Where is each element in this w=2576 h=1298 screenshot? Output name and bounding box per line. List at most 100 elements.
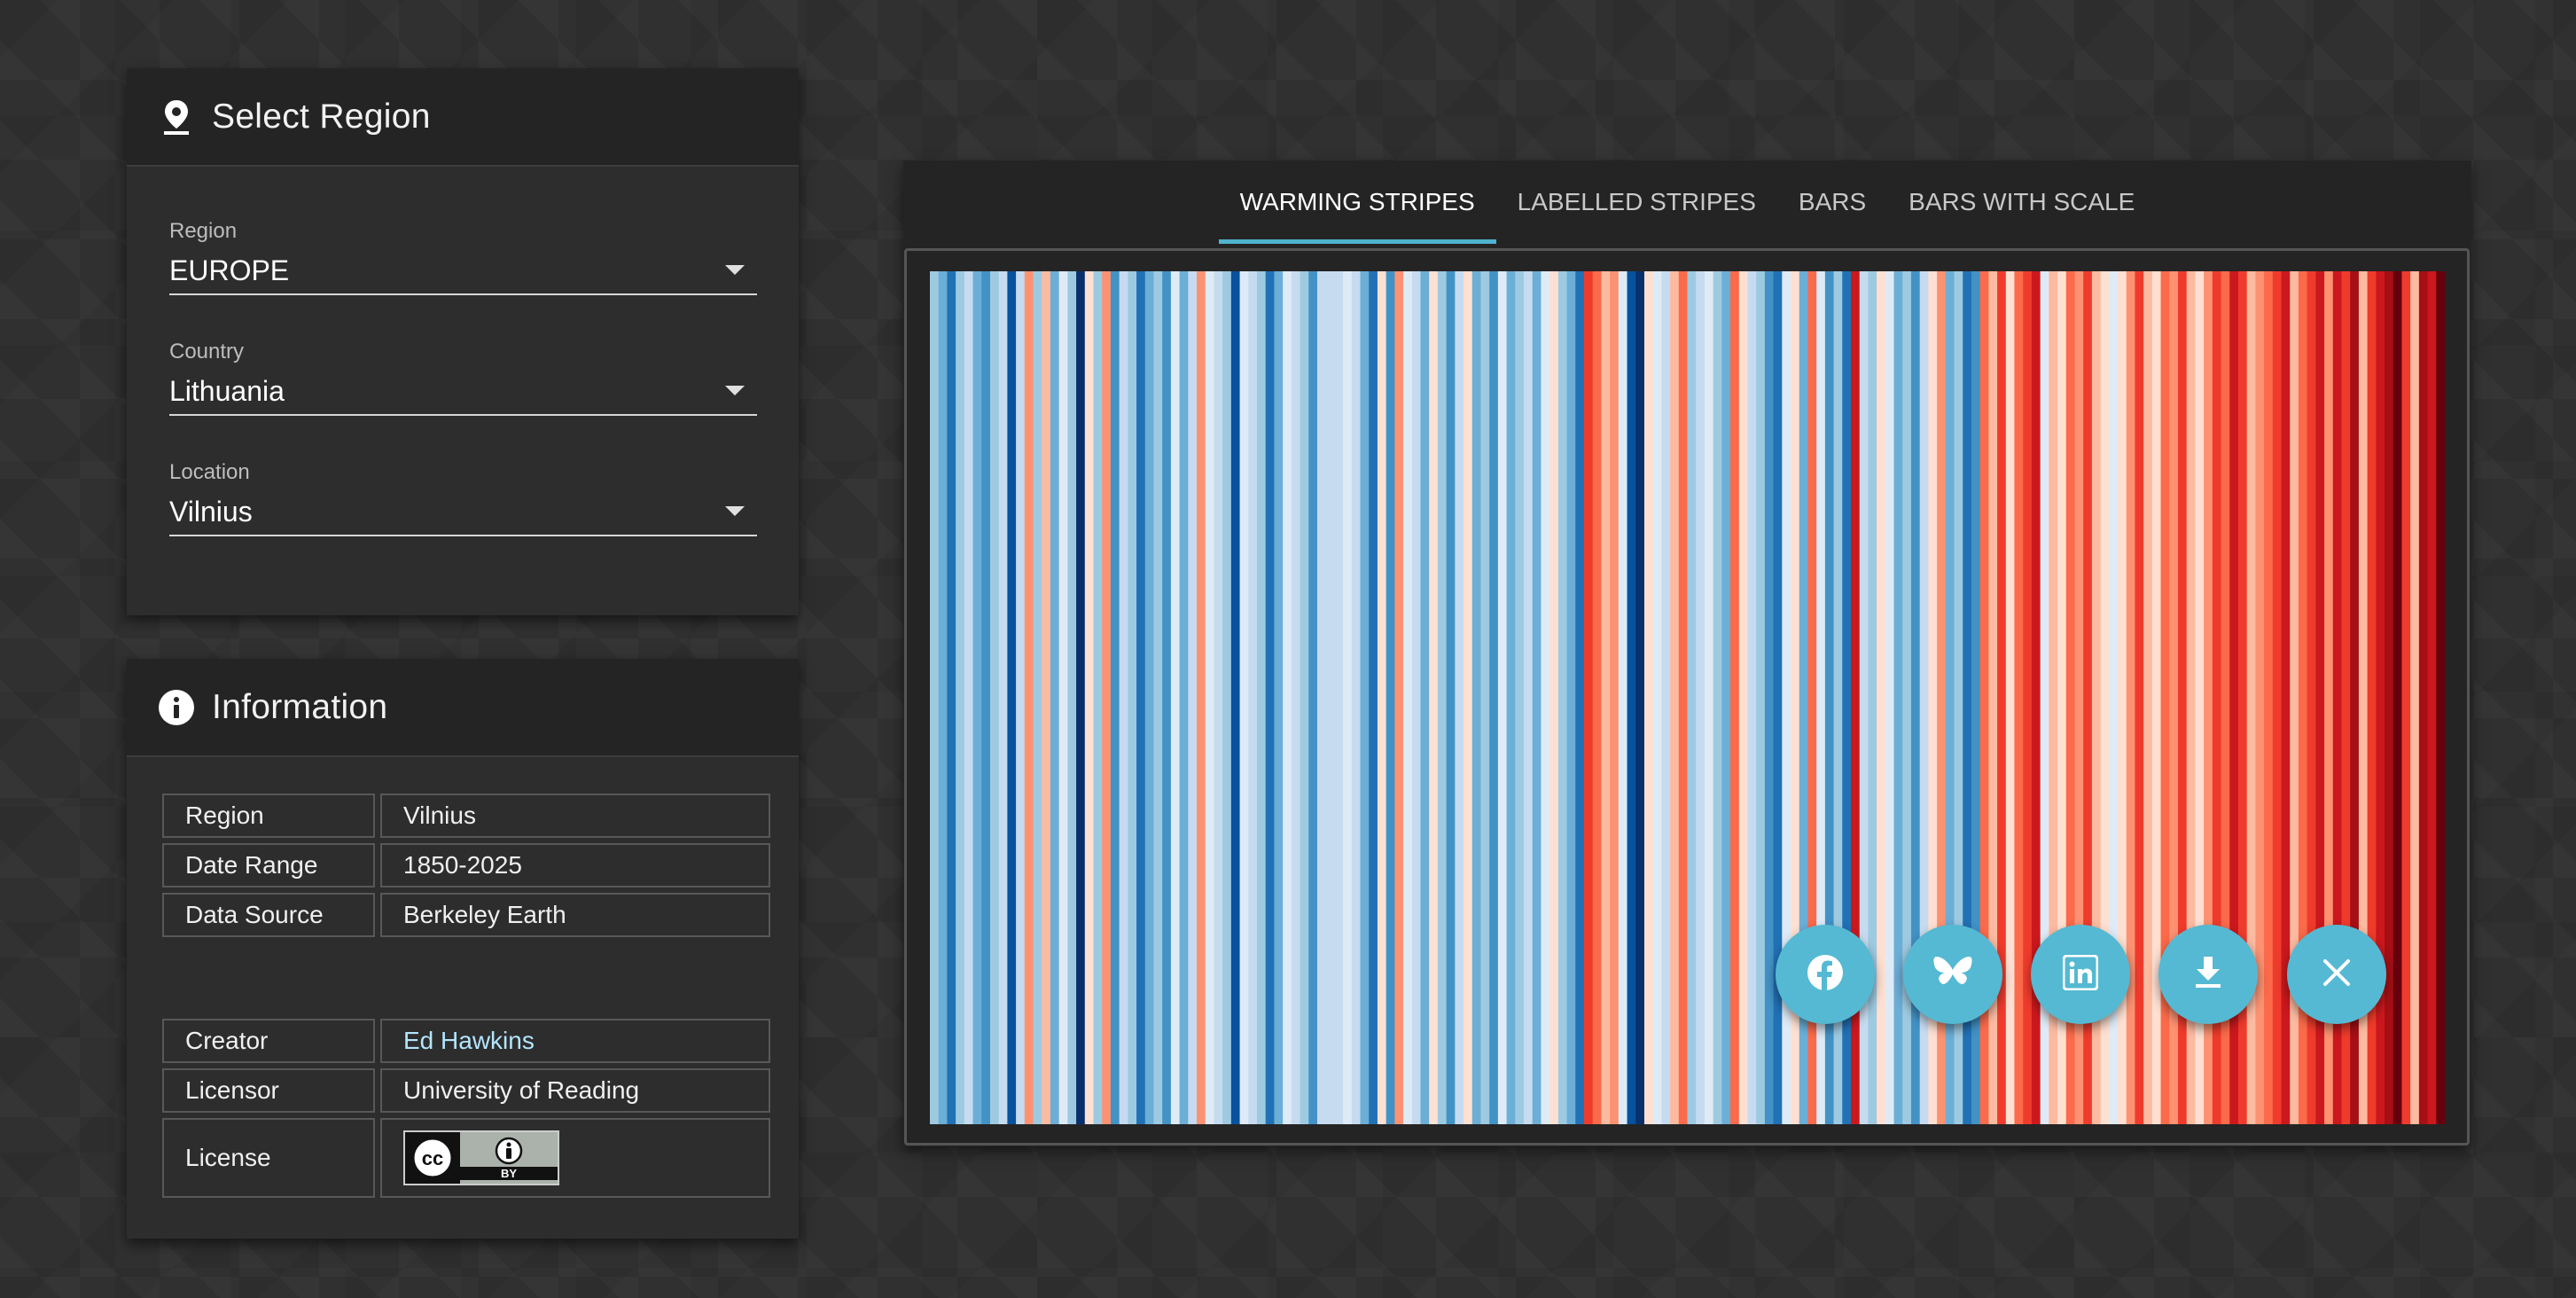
stripe <box>1016 271 1026 1124</box>
download-icon <box>2192 955 2224 995</box>
attribution-icon: BY <box>460 1132 558 1184</box>
info-key: Licensor <box>162 1068 375 1113</box>
region-select-value-row[interactable]: EUROPE <box>169 249 757 295</box>
select-region-card: Select Region Region EUROPE Country Lith… <box>127 68 799 615</box>
stripe <box>1464 271 1473 1124</box>
stripe <box>1360 271 1370 1124</box>
info-value: University of Reading <box>380 1068 770 1113</box>
region-info-table: Region Vilnius Date Range 1850-2025 Data… <box>157 788 776 942</box>
stripe <box>1110 271 1120 1124</box>
stripe <box>1601 271 1611 1124</box>
tab-labelled-stripes[interactable]: LABELLED STRIPES <box>1496 160 1777 244</box>
stripe <box>2264 271 2274 1124</box>
table-row: Creator Ed Hawkins <box>162 1019 770 1063</box>
info-key: Creator <box>162 1019 375 1063</box>
stripe <box>1455 271 1464 1124</box>
stripe <box>981 271 991 1124</box>
stripe <box>1661 271 1671 1124</box>
stripe <box>1058 271 1068 1124</box>
svg-text:cc: cc <box>422 1147 443 1169</box>
stripe <box>1678 271 1689 1124</box>
stripe <box>1239 271 1249 1124</box>
stripe <box>1618 271 1628 1124</box>
info-key: Region <box>162 794 375 838</box>
facebook-share-button[interactable] <box>1776 925 1875 1024</box>
info-icon <box>157 688 196 727</box>
stripe <box>1170 271 1181 1124</box>
chevron-down-icon[interactable] <box>725 265 745 275</box>
stripe <box>1541 271 1550 1124</box>
linkedin-icon <box>2062 954 2099 995</box>
stripe <box>2436 271 2445 1124</box>
stripe <box>930 271 940 1124</box>
stripe <box>1128 271 1137 1124</box>
stripe <box>1093 271 1103 1124</box>
stripe <box>947 271 956 1124</box>
info-value: 1850-2025 <box>380 843 770 887</box>
stripe <box>1738 271 1749 1124</box>
stripe <box>1188 271 1198 1124</box>
stripe <box>1119 271 1128 1124</box>
stripe <box>1042 271 1051 1124</box>
stripe <box>1351 271 1362 1124</box>
stripe <box>1411 271 1422 1124</box>
region-select[interactable]: Region EUROPE <box>169 219 757 295</box>
stripe <box>2023 271 2033 1124</box>
stripe <box>998 271 1008 1124</box>
stripe <box>1497 271 1508 1124</box>
stripe <box>1369 271 1378 1124</box>
stripe <box>1764 271 1775 1124</box>
stripe <box>2005 271 2016 1124</box>
stripe <box>1566 271 1576 1124</box>
linkedin-share-button[interactable] <box>2031 925 2130 1024</box>
stripe <box>1643 271 1654 1124</box>
stripe <box>1076 271 1086 1124</box>
region-select-value: EUROPE <box>169 254 290 286</box>
information-title: Information <box>212 687 388 726</box>
stripe <box>1429 271 1439 1124</box>
stripe <box>1610 271 1620 1124</box>
stripe <box>1506 271 1516 1124</box>
region-select-label: Region <box>169 219 238 243</box>
tab-bars[interactable]: BARS <box>1777 160 1887 244</box>
location-select-value-row[interactable]: Vilnius <box>169 490 757 536</box>
country-select-value-row[interactable]: Lithuania <box>169 370 757 416</box>
select-region-title: Select Region <box>212 97 431 136</box>
stripe <box>1532 271 1542 1124</box>
tab-bars-with-scale[interactable]: BARS WITH SCALE <box>1887 160 2156 244</box>
country-select[interactable]: Country Lithuania <box>169 340 757 416</box>
stripe <box>1162 271 1172 1124</box>
information-card: Information Region Vilnius Date Range 18… <box>127 659 799 1239</box>
stripe <box>1515 271 1525 1124</box>
cc-by-badge-icon[interactable]: cc BY <box>403 1130 559 1185</box>
location-select[interactable]: Location Vilnius <box>169 460 757 536</box>
stripe <box>2401 271 2411 1124</box>
download-button[interactable] <box>2158 925 2258 1024</box>
chevron-down-icon[interactable] <box>725 386 745 395</box>
chart-tabs: WARMING STRIPES LABELLED STRIPES BARS BA… <box>903 160 2471 244</box>
country-select-value: Lithuania <box>169 375 285 407</box>
stripe <box>2427 271 2437 1124</box>
stripe <box>1721 271 1731 1124</box>
creator-link[interactable]: Ed Hawkins <box>403 1027 535 1054</box>
stripe <box>2393 271 2403 1124</box>
stripe <box>1471 271 1482 1124</box>
close-share-button[interactable] <box>2287 925 2386 1024</box>
stripe <box>1403 271 1413 1124</box>
stripe <box>1205 271 1215 1124</box>
table-row: Date Range 1850-2025 <box>162 843 770 887</box>
stripe <box>989 271 1000 1124</box>
stripe <box>1592 271 1602 1124</box>
stripe <box>1480 271 1490 1124</box>
bluesky-share-button[interactable] <box>1903 925 2002 1024</box>
stripe <box>1713 271 1722 1124</box>
stripe <box>964 271 974 1124</box>
chevron-down-icon[interactable] <box>725 506 745 516</box>
stripe <box>1024 271 1034 1124</box>
tab-warming-stripes[interactable]: WARMING STRIPES <box>1218 160 1496 244</box>
stripe <box>1334 271 1344 1124</box>
stripe <box>1687 271 1697 1124</box>
stripe <box>1893 271 1903 1124</box>
stripe <box>1583 271 1594 1124</box>
location-select-label: Location <box>169 460 250 484</box>
